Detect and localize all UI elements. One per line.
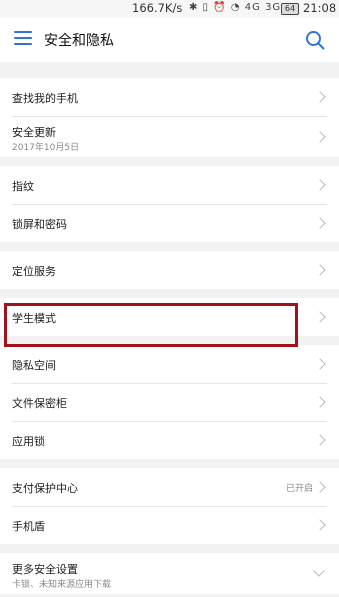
- status-value: 已开启: [285, 484, 313, 494]
- payment-protection-item[interactable]: 支付保护中心 已开启: [0, 468, 339, 506]
- chevron-right-icon: [314, 217, 326, 229]
- private-space-item[interactable]: 隐私空间: [0, 345, 339, 383]
- item-subtitle: 卡锁、未知来源应用下载: [12, 580, 112, 590]
- lockscreen-password-item[interactable]: 锁屏和密码: [0, 204, 339, 242]
- phone-shield-item[interactable]: 手机盾: [0, 506, 339, 544]
- battery-icon: 64: [281, 3, 299, 15]
- security-update-item[interactable]: 安全更新 2017年10月5日: [0, 116, 339, 157]
- chevron-right-icon: [314, 131, 326, 143]
- search-icon[interactable]: [304, 29, 326, 51]
- item-label: 指纹: [12, 180, 34, 193]
- status-icons: ✱ ▯ ⏰ ◔ 4G 3G: [189, 2, 282, 13]
- settings-group-more: 更多安全设置 卡锁、未知来源应用下载: [0, 553, 339, 594]
- item-label: 安全更新: [12, 126, 56, 139]
- more-security-settings-item[interactable]: 更多安全设置 卡锁、未知来源应用下载: [0, 553, 339, 594]
- settings-group-lock: 指纹 锁屏和密码: [0, 166, 339, 242]
- item-label: 支付保护中心: [12, 482, 78, 495]
- settings-group-student: 学生模式: [0, 298, 339, 336]
- chevron-right-icon: [314, 91, 326, 103]
- item-label: 学生模式: [12, 312, 56, 325]
- page-title: 安全和隐私: [44, 33, 114, 49]
- menu-icon[interactable]: [14, 31, 32, 47]
- settings-group-privacy: 隐私空间 文件保密柜 应用锁: [0, 345, 339, 459]
- fingerprint-item[interactable]: 指纹: [0, 166, 339, 204]
- chevron-right-icon: [314, 311, 326, 323]
- chevron-right-icon: [314, 358, 326, 370]
- item-label: 更多安全设置: [12, 563, 78, 576]
- item-subtitle: 2017年10月5日: [12, 143, 80, 153]
- app-lock-item[interactable]: 应用锁: [0, 421, 339, 459]
- item-label: 文件保密柜: [12, 397, 67, 410]
- settings-group-find-update: 查找我的手机 安全更新 2017年10月5日: [0, 78, 339, 157]
- settings-group-location: 定位服务: [0, 251, 339, 289]
- chevron-right-icon: [314, 264, 326, 276]
- app-bar: 安全和隐私: [0, 18, 339, 62]
- item-label: 定位服务: [12, 265, 56, 278]
- item-label: 锁屏和密码: [12, 218, 67, 231]
- chevron-right-icon: [314, 179, 326, 191]
- item-label: 手机盾: [12, 520, 45, 533]
- item-label: 查找我的手机: [12, 92, 78, 105]
- chevron-right-icon: [314, 434, 326, 446]
- chevron-right-icon: [314, 481, 326, 493]
- location-service-item[interactable]: 定位服务: [0, 251, 339, 289]
- settings-group-payment: 支付保护中心 已开启 手机盾: [0, 468, 339, 544]
- chevron-down-icon: [313, 565, 325, 577]
- item-label: 隐私空间: [12, 359, 56, 372]
- status-bar: 166.7K/s ✱ ▯ ⏰ ◔ 4G 3G 64 21:08: [0, 0, 339, 18]
- item-label: 应用锁: [12, 435, 45, 448]
- network-speed: 166.7K/s: [132, 1, 183, 15]
- chevron-right-icon: [314, 396, 326, 408]
- find-my-phone-item[interactable]: 查找我的手机: [0, 78, 339, 116]
- file-safe-item[interactable]: 文件保密柜: [0, 383, 339, 421]
- chevron-right-icon: [314, 519, 326, 531]
- clock: 21:08: [303, 1, 337, 15]
- student-mode-item[interactable]: 学生模式: [0, 298, 339, 336]
